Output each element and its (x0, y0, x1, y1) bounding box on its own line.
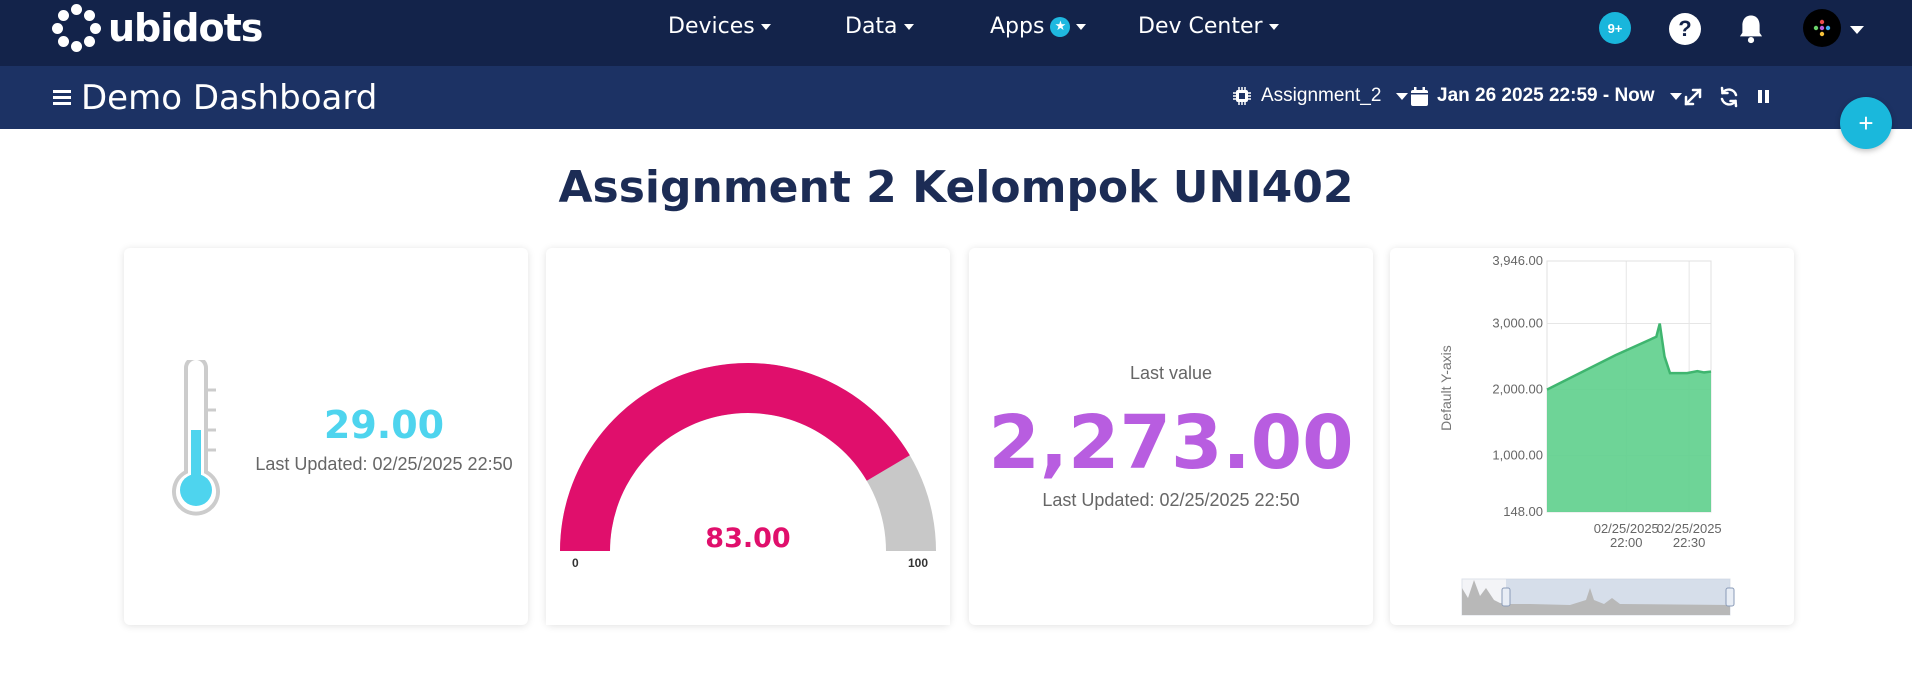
nav-data-label: Data (845, 14, 898, 39)
thermometer-value: 29.00 (323, 403, 445, 447)
nav-devices-label: Devices (668, 14, 755, 39)
chart-y-tick-label: 3,946.00 (1492, 253, 1543, 268)
chart-y-tick-label: 3,000.00 (1492, 316, 1543, 331)
metric-value: 2,273.00 (988, 400, 1354, 486)
gauge-widget[interactable]: 83.00 0 100 (546, 248, 950, 625)
menu-icon[interactable] (53, 90, 71, 106)
chevron-down-icon (1396, 92, 1409, 100)
chevron-down-icon (1268, 23, 1279, 30)
navigator-right-handle[interactable] (1725, 587, 1735, 607)
bell-icon[interactable] (1736, 13, 1766, 45)
gauge-chart (546, 363, 950, 625)
gauge-max-label: 100 (908, 556, 929, 570)
nav-data[interactable]: Data (845, 14, 914, 39)
device-selector-label: Assignment_2 (1261, 85, 1382, 106)
device-selector[interactable]: Assignment_2 (1232, 85, 1409, 107)
avatar[interactable] (1803, 9, 1841, 47)
metric-last-updated: Last Updated: 02/25/2025 22:50 (1042, 490, 1300, 510)
gauge-min-label: 0 (572, 556, 579, 570)
date-range-label: Jan 26 2025 22:59 - Now (1437, 85, 1655, 106)
gauge-value: 83.00 (705, 523, 791, 554)
line-chart-widget[interactable]: Default Y-axis 3,946.00 3,000.00 2,000.00 1… (1390, 248, 1794, 625)
chart-x-tick-label: 02/25/2025 (1594, 521, 1659, 536)
add-widget-button[interactable]: + (1840, 97, 1892, 149)
refresh-icon[interactable] (1718, 86, 1740, 108)
logo-mark-icon (52, 4, 102, 52)
thermometer-icon (172, 360, 220, 516)
chevron-down-icon (903, 23, 914, 30)
pause-icon[interactable] (1753, 86, 1775, 108)
chart-y-axis-label: Default Y-axis (1438, 345, 1454, 431)
chart-navigator[interactable] (1461, 578, 1735, 616)
chevron-down-icon (1669, 92, 1682, 100)
date-range-selector[interactable]: Jan 26 2025 22:59 - Now (1411, 85, 1682, 107)
thermometer-last-updated: Last Updated: 02/25/2025 22:50 (255, 454, 513, 474)
chart-series-area (1547, 323, 1711, 512)
chart-x-tick-label: 02/25/2025 (1657, 521, 1722, 536)
navigator-left-handle[interactable] (1501, 587, 1511, 607)
star-icon: ★ (1050, 16, 1071, 37)
area-chart: Default Y-axis 3,946.00 3,000.00 2,000.00 1… (1438, 253, 1735, 616)
chart-x-tick-label: 22:00 (1610, 535, 1643, 550)
chart-x-tick-label: 22:30 (1673, 535, 1706, 550)
nav-devices[interactable]: Devices (668, 14, 771, 39)
metric-label: Last value (1129, 363, 1213, 383)
dashboard-title: Demo Dashboard (81, 78, 378, 118)
avatar-logo-icon (1813, 19, 1831, 37)
chart-y-tick-label: 1,000.00 (1492, 448, 1543, 463)
help-icon[interactable]: ? (1669, 13, 1701, 45)
chart-y-tick-label: 2,000.00 (1492, 382, 1543, 397)
calendar-icon (1411, 86, 1428, 106)
brand-name: ubidots (108, 6, 263, 50)
notifications-badge[interactable]: 9+ (1599, 12, 1631, 44)
ubidots-logo[interactable]: ubidots (52, 4, 263, 52)
chevron-down-icon (1076, 23, 1087, 30)
chart-y-tick-label: 148.00 (1503, 504, 1543, 519)
nav-dev-center[interactable]: Dev Center (1138, 14, 1279, 39)
nav-apps-label: Apps (990, 14, 1045, 39)
nav-dev-center-label: Dev Center (1138, 14, 1263, 39)
account-chevron-down-icon[interactable] (1850, 26, 1864, 34)
nav-apps[interactable]: Apps ★ (990, 14, 1087, 39)
thermometer-widget[interactable]: 29.00 Last Updated: 02/25/2025 22:50 (124, 248, 528, 625)
page-title: Assignment 2 Kelompok UNI402 (558, 162, 1354, 213)
metric-widget[interactable]: Last value 2,273.00 Last Updated: 02/25/… (969, 248, 1373, 625)
chevron-down-icon (760, 23, 771, 30)
chip-icon (1233, 87, 1251, 105)
expand-icon[interactable] (1682, 86, 1704, 108)
